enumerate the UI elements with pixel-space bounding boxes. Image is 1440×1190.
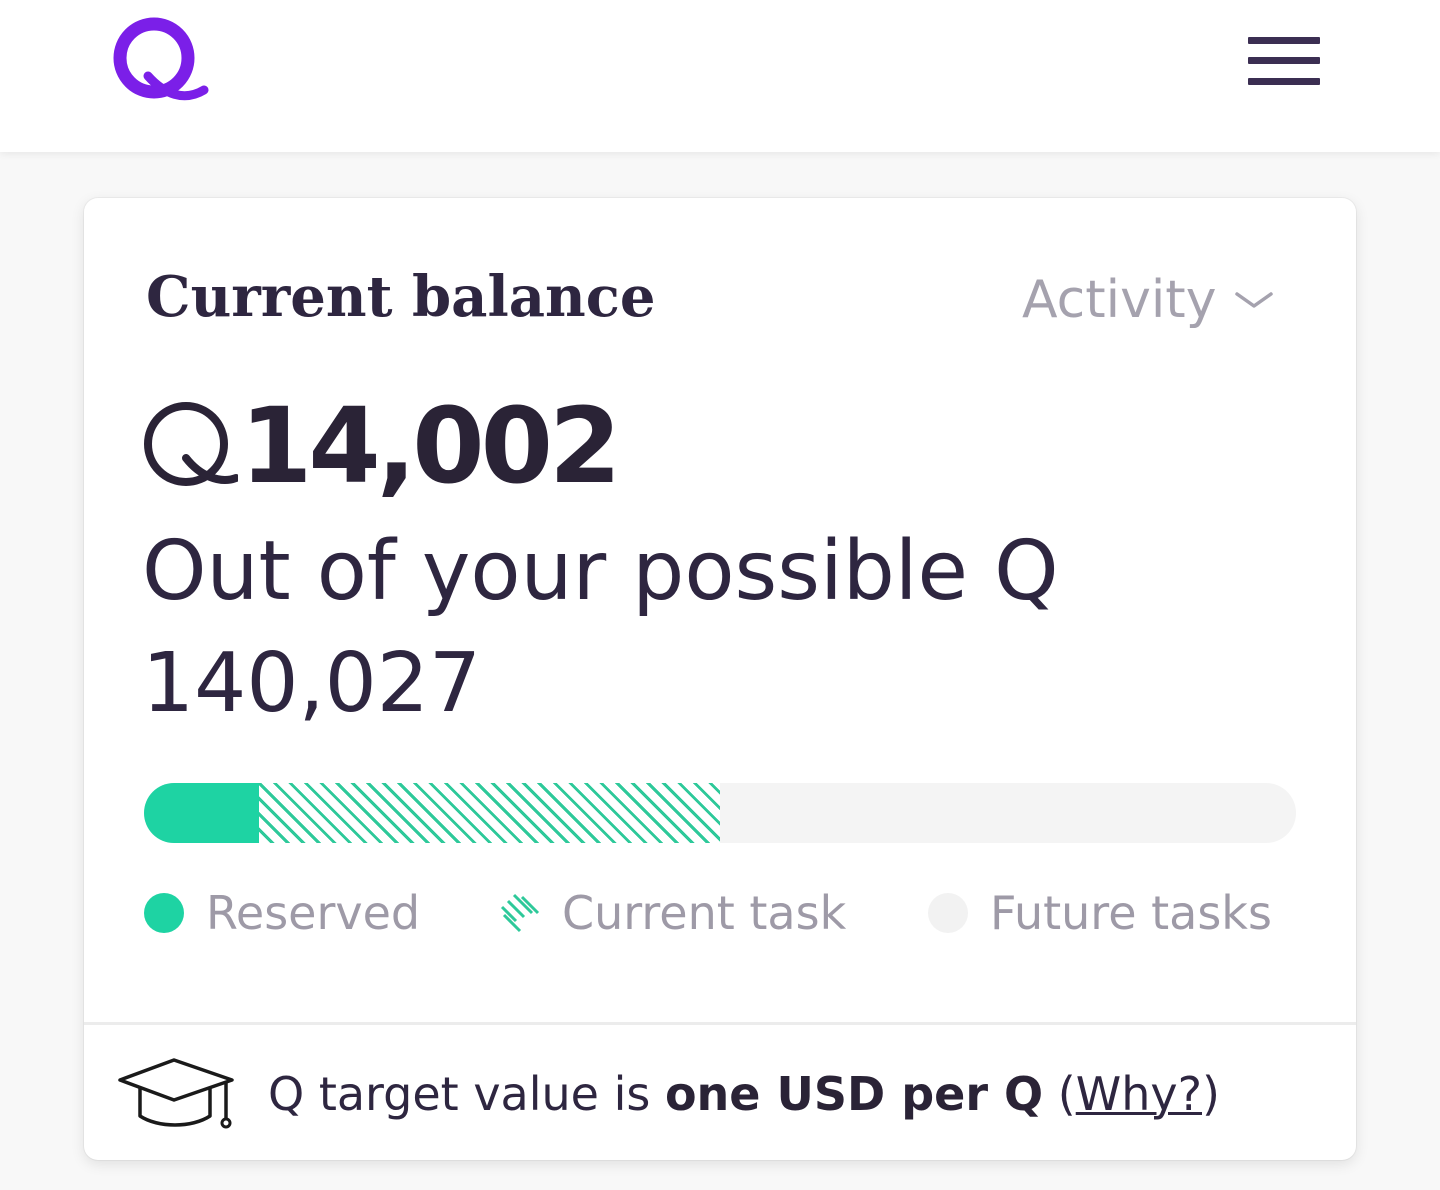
card-title: Current balance [146,264,656,330]
progress-current-task-segment [259,783,720,843]
top-bar [0,0,1440,152]
hamburger-menu-icon[interactable] [1240,30,1328,92]
legend-label-future-tasks: Future tasks [990,886,1272,940]
legend-label-current-task: Current task [562,886,847,940]
legend-item-current-task: Current task [500,886,846,940]
progress-reserved-segment [144,783,259,843]
activity-dropdown[interactable]: Activity [1022,270,1274,330]
q-currency-icon [144,402,238,486]
legend-item-future-tasks: Future tasks [928,886,1272,940]
open-paren: ( [1043,1067,1076,1121]
balance-card: Current balance Activity 14,002 Out of y… [84,198,1356,1160]
graduation-cap-icon [118,1058,234,1129]
possible-total-text: Out of your possible Q 140,027 [142,524,1059,731]
balance-amount: 14,002 [240,385,621,507]
target-value-text: Q target value is one USD per Q (Why?) [268,1067,1220,1121]
chevron-down-icon [1235,292,1274,308]
balance-progress-bar [144,783,1296,843]
legend-item-reserved: Reserved [144,886,420,940]
reserved-dot-icon [144,893,184,933]
legend-label-reserved: Reserved [206,886,421,940]
why-link[interactable]: Why? [1076,1067,1202,1121]
activity-label: Activity [1022,270,1217,330]
future-dot-icon [928,893,968,933]
balance-display: 14,002 [142,385,621,507]
close-paren: ) [1202,1067,1220,1121]
target-value-emphasis: one USD per Q [664,1067,1044,1121]
target-value-note: Q target value is one USD per Q (Why?) [118,1054,1318,1134]
progress-legend: Reserved Current task Future tasks [144,886,1304,946]
target-value-prefix: Q target value is [268,1067,665,1121]
hatched-swatch-icon [500,893,540,933]
q-logo-icon[interactable] [106,16,210,106]
card-divider [84,1022,1356,1025]
